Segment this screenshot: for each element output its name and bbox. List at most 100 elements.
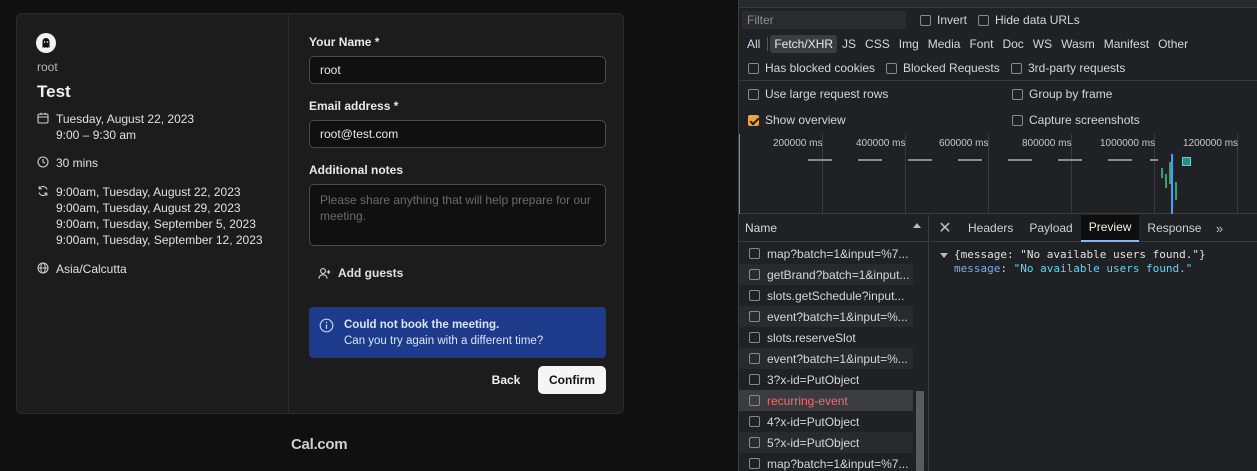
request-name: 4?x-id=PutObject — [767, 414, 860, 429]
sort-up-icon[interactable] — [913, 223, 921, 228]
request-row-checkbox[interactable] — [749, 395, 760, 406]
name-column-header[interactable]: Name — [739, 215, 929, 242]
large-rows-option[interactable]: Use large request rows — [748, 87, 888, 101]
request-row[interactable]: event?batch=1&input=%... — [739, 348, 913, 369]
request-row-checkbox[interactable] — [749, 437, 760, 448]
show-overview-option[interactable]: Show overview — [748, 113, 846, 127]
type-filter-img[interactable]: Img — [895, 35, 923, 53]
request-row[interactable]: 5?x-id=PutObject — [739, 432, 913, 453]
third-party-option[interactable]: 3rd-party requests — [1011, 61, 1125, 75]
request-row[interactable]: 3?x-id=PutObject — [739, 369, 913, 390]
invert-label: Invert — [937, 13, 968, 27]
request-row-checkbox[interactable] — [749, 332, 760, 343]
overview-label: 400000 ms — [856, 138, 906, 149]
request-row-checkbox[interactable] — [749, 248, 760, 259]
type-filter-doc[interactable]: Doc — [998, 35, 1027, 53]
capture-screenshots-label: Capture screenshots — [1029, 113, 1140, 127]
request-row[interactable]: map?batch=1&input=%7... — [739, 453, 913, 471]
capture-screenshots-option[interactable]: Capture screenshots — [1012, 113, 1140, 127]
tab-payload[interactable]: Payload — [1021, 215, 1080, 242]
hide-data-urls-checkbox[interactable] — [978, 14, 989, 26]
type-filter-all[interactable]: All — [743, 35, 764, 53]
blocked-requests-label: Blocked Requests — [903, 61, 1000, 75]
add-guests-label: Add guests — [338, 266, 404, 280]
tab-preview[interactable]: Preview — [1080, 214, 1140, 242]
request-list-scrollbar[interactable] — [915, 243, 925, 471]
type-filter-manifest[interactable]: Manifest — [1100, 35, 1153, 53]
blocked-cookies-option[interactable]: Has blocked cookies — [748, 61, 875, 75]
preview-root[interactable]: {message: "No available users found."} — [940, 248, 1206, 262]
info-icon — [319, 318, 334, 333]
add-guests-button[interactable]: Add guests — [318, 266, 403, 280]
detail-tabs: ✕ Headers Payload Preview Response » — [930, 214, 1257, 242]
ghost-icon — [42, 38, 50, 48]
overview-bar — [1150, 159, 1158, 161]
group-by-frame-checkbox[interactable] — [1012, 88, 1023, 100]
type-filter-ws[interactable]: WS — [1029, 35, 1056, 53]
request-row-checkbox[interactable] — [749, 311, 760, 322]
blocked-cookies-label: Has blocked cookies — [765, 61, 876, 75]
name-input[interactable] — [309, 56, 606, 84]
network-filter-input[interactable] — [742, 11, 906, 29]
request-row[interactable]: event?batch=1&input=%... — [739, 306, 913, 327]
third-party-label: 3rd-party requests — [1028, 61, 1126, 75]
request-row-checkbox[interactable] — [749, 374, 760, 385]
tab-response[interactable]: Response — [1139, 215, 1209, 242]
calendar-icon — [37, 112, 49, 124]
network-overview-timeline[interactable]: 200000 ms 400000 ms 600000 ms 800000 ms … — [739, 134, 1257, 214]
notes-textarea[interactable] — [309, 184, 606, 246]
scrollbar-thumb[interactable] — [916, 391, 924, 471]
request-row[interactable]: 4?x-id=PutObject — [739, 411, 913, 432]
blocked-cookies-checkbox[interactable] — [748, 62, 759, 74]
request-row[interactable]: map?batch=1&input=%7... — [739, 243, 913, 264]
third-party-checkbox[interactable] — [1011, 62, 1022, 74]
request-row[interactable]: slots.reserveSlot — [739, 327, 913, 348]
hide-data-urls-option[interactable]: Hide data URLs — [978, 13, 1080, 27]
caret-down-icon[interactable] — [940, 252, 948, 258]
tab-headers[interactable]: Headers — [960, 215, 1021, 242]
request-row-checkbox[interactable] — [749, 269, 760, 280]
request-row-checkbox[interactable] — [749, 353, 760, 364]
capture-screenshots-checkbox[interactable] — [1012, 114, 1023, 126]
type-filter-other[interactable]: Other — [1154, 35, 1192, 53]
type-filter-css[interactable]: CSS — [861, 35, 894, 53]
request-row[interactable]: recurring-event — [739, 390, 913, 411]
large-rows-checkbox[interactable] — [748, 88, 759, 100]
host-avatar — [36, 33, 56, 53]
notes-label: Additional notes — [309, 163, 403, 177]
close-icon[interactable]: ✕ — [930, 215, 960, 242]
request-row-checkbox[interactable] — [749, 290, 760, 301]
back-button[interactable]: Back — [482, 366, 530, 394]
recurring-date-item: 9:00am, Tuesday, August 22, 2023 — [56, 185, 241, 199]
blocked-requests-option[interactable]: Blocked Requests — [886, 61, 1000, 75]
type-filter-wasm[interactable]: Wasm — [1057, 35, 1099, 53]
preview-value: "No available users found." — [1013, 262, 1193, 275]
overview-label: 1200000 ms — [1183, 138, 1239, 149]
type-filter-media[interactable]: Media — [924, 35, 965, 53]
email-input[interactable] — [309, 120, 606, 148]
clock-icon — [37, 156, 49, 168]
host-name: root — [37, 60, 58, 74]
request-row-checkbox[interactable] — [749, 458, 760, 469]
type-filter-js[interactable]: JS — [838, 35, 860, 53]
blocked-requests-checkbox[interactable] — [886, 62, 897, 74]
booking-form: Your Name * Email address * Additional n… — [290, 14, 623, 413]
brand-logo[interactable]: Cal.com — [291, 436, 348, 453]
recurring-dates: 9:00am, Tuesday, August 22, 2023 9:00am,… — [37, 184, 263, 248]
more-tabs-icon[interactable]: » — [1209, 215, 1229, 242]
refresh-icon — [37, 185, 49, 197]
invert-option[interactable]: Invert — [920, 13, 967, 27]
request-row[interactable]: slots.getSchedule?input... — [739, 285, 913, 306]
overview-bar — [1058, 159, 1082, 161]
type-filter-font[interactable]: Font — [965, 35, 997, 53]
invert-checkbox[interactable] — [920, 14, 931, 26]
overview-request-bar — [1175, 182, 1177, 200]
type-filter-fetch-xhr[interactable]: Fetch/XHR — [770, 35, 838, 53]
group-by-frame-option[interactable]: Group by frame — [1012, 87, 1112, 101]
request-row[interactable]: getBrand?batch=1&input... — [739, 264, 913, 285]
show-overview-checkbox[interactable] — [748, 114, 759, 126]
recurring-date-item: 9:00am, Tuesday, August 29, 2023 — [56, 201, 241, 215]
request-row-checkbox[interactable] — [749, 416, 760, 427]
request-name: slots.reserveSlot — [767, 330, 856, 345]
confirm-button[interactable]: Confirm — [538, 366, 606, 394]
